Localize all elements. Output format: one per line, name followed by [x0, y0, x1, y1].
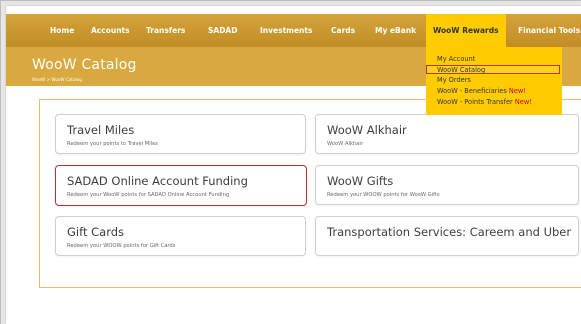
page-title: WooW Catalog [32, 57, 137, 73]
nav-my-ebank[interactable]: My eBank [375, 14, 416, 47]
nav-investments[interactable]: Investments [260, 14, 312, 47]
card-travel-miles[interactable]: Travel Miles Redeem your points to Trave… [55, 114, 306, 154]
card-description: WooW Alkhair [327, 141, 363, 147]
nav-financial-tools[interactable]: Financial Tools [518, 14, 580, 47]
card-sadad-online-account-funding[interactable]: SADAD Online Account Funding Redeem your… [55, 165, 307, 206]
card-title: WooW Gifts [327, 174, 394, 188]
menu-item-label: WooW Catalog [437, 66, 486, 74]
nav-accounts[interactable]: Accounts [91, 14, 130, 47]
card-description: Redeem your points to Travel Miles [67, 141, 159, 147]
menu-item-label: My Account [437, 55, 476, 63]
card-title: WooW Alkhair [327, 123, 407, 137]
top-nav: Home Accounts Transfers SADAD Investment… [6, 14, 581, 47]
card-gift-cards[interactable]: Gift Cards Redeem your WOOW points for G… [55, 216, 306, 256]
new-badge: New! [508, 87, 526, 95]
nav-transfers[interactable]: Transfers [146, 14, 185, 47]
nav-sadad[interactable]: SADAD [208, 14, 237, 47]
menu-item-label: My Orders [437, 76, 471, 84]
catalog-panel: Travel Miles Redeem your points to Trave… [39, 99, 581, 288]
menu-item-label: WooW - Points Transfer [437, 98, 513, 106]
card-description: Redeem your WOOW points for Gift Cards [67, 243, 176, 249]
card-transportation-services[interactable]: Transportation Services: Careem and Uber [315, 216, 579, 256]
card-title: SADAD Online Account Funding [67, 174, 248, 188]
card-description: Redeem your WooW points for SADAD Online… [67, 192, 230, 198]
menu-item-label: WooW - Beneficiaries [437, 87, 507, 95]
card-woow-alkhair[interactable]: WooW Alkhair WooW Alkhair [315, 114, 579, 154]
nav-woow-rewards[interactable]: WooW Rewards [426, 14, 506, 47]
breadcrumb[interactable]: WooW > WooW Catalog [32, 77, 82, 82]
menu-item-woow-points-transfer[interactable]: WooW - Points Transfer New! [437, 98, 532, 107]
nav-home[interactable]: Home [50, 14, 74, 47]
card-title: Transportation Services: Careem and Uber [327, 225, 572, 239]
nav-cards[interactable]: Cards [331, 14, 355, 47]
woow-rewards-dropdown: My Account WooW Catalog My Orders WooW -… [426, 47, 562, 115]
card-title: Travel Miles [67, 123, 135, 137]
menu-item-my-orders[interactable]: My Orders [437, 76, 471, 85]
card-title: Gift Cards [67, 225, 125, 239]
card-woow-gifts[interactable]: WooW Gifts Redeem your WOOW points for W… [315, 165, 579, 205]
card-description: Redeem your WOOW points for WooW Gifts [327, 192, 440, 198]
menu-item-woow-beneficiaries[interactable]: WooW - Beneficiaries New! [437, 87, 526, 96]
menu-item-my-account[interactable]: My Account [437, 55, 475, 64]
menu-item-woow-catalog[interactable]: WooW Catalog [426, 65, 560, 74]
new-badge: New! [514, 98, 532, 106]
